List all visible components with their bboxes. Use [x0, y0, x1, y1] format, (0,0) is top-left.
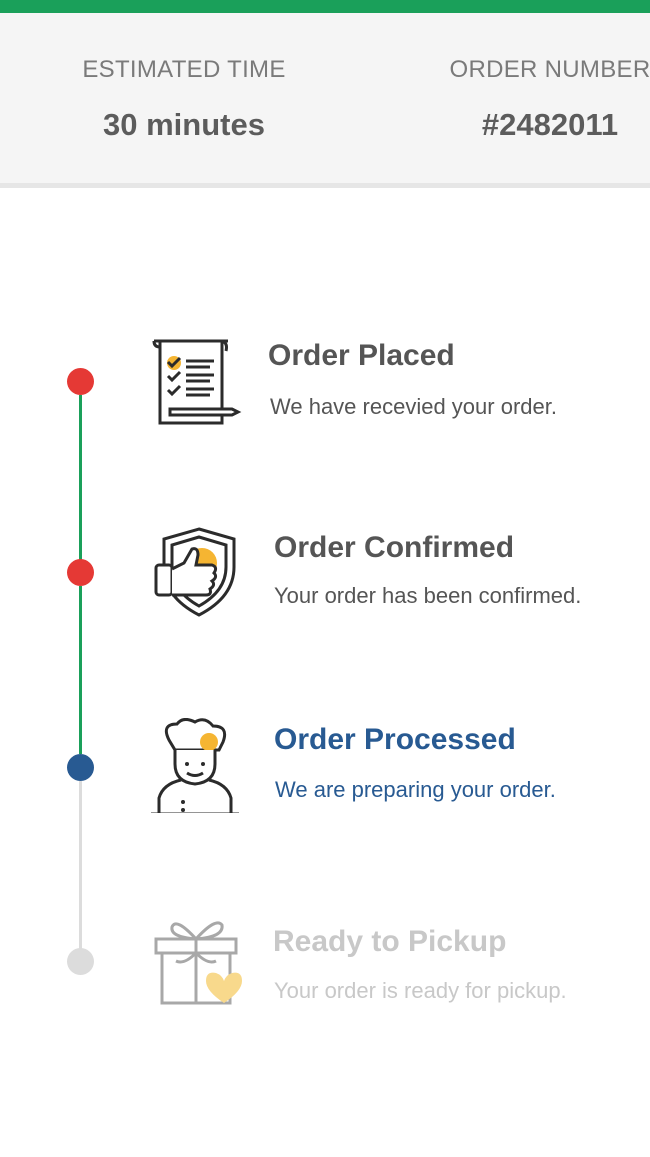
step-status-dot [67, 368, 94, 395]
estimated-time-value: 30 minutes [103, 107, 265, 142]
step-description: Your order is ready for pickup. [274, 978, 567, 1003]
step-title: Ready to Pickup [273, 925, 507, 958]
step-status-dot [67, 948, 94, 975]
order-info-panel: ESTIMATED TIME 30 minutes ORDER NUMBER #… [0, 13, 650, 188]
step-title: Order Placed [268, 339, 455, 372]
step-status-dot [67, 559, 94, 586]
checklist-icon [152, 339, 242, 425]
estimated-time-label: ESTIMATED TIME [82, 56, 286, 83]
order-number-value: #2482011 [481, 107, 619, 142]
step-title: Order Processed [274, 723, 516, 756]
timeline-line-1 [79, 395, 82, 560]
step-description: We have recevied your order. [270, 394, 557, 419]
step-description: Your order has been confirmed. [274, 583, 582, 608]
top-accent-bar [0, 0, 650, 13]
timeline-line-2 [79, 586, 82, 754]
step-status-dot [67, 754, 94, 781]
order-number-label: ORDER NUMBER [449, 56, 650, 83]
thumbs-up-shield-icon [154, 527, 236, 617]
step-title: Order Confirmed [274, 531, 515, 564]
gift-box-icon [154, 921, 242, 1005]
step-description: We are preparing your order. [275, 777, 556, 802]
chef-icon [151, 718, 239, 813]
timeline-line-3 [79, 781, 82, 949]
